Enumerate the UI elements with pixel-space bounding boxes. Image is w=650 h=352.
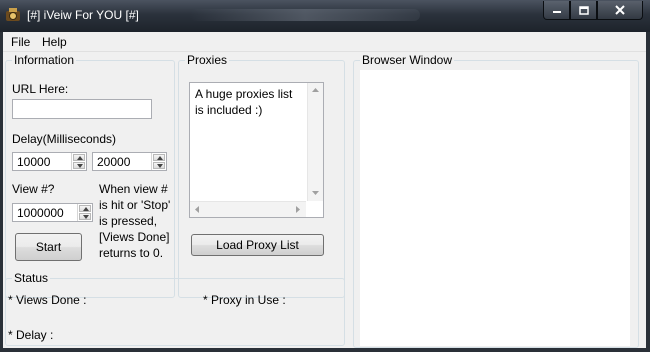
arrow-down-icon (157, 164, 163, 168)
arrow-up-icon (77, 156, 83, 160)
browser-window-legend: Browser Window (360, 53, 455, 67)
window-client: File Help Information URL Here: Delay(Mi… (3, 32, 646, 348)
view-count-down-button[interactable] (79, 213, 91, 220)
scroll-down-icon[interactable] (312, 191, 319, 195)
minimize-icon (552, 11, 561, 13)
delay-min-up-button[interactable] (73, 154, 85, 161)
delay-status-label: * Delay : (8, 328, 54, 342)
delay-max-value: 20000 (97, 155, 131, 169)
window-border-bottom (0, 348, 650, 352)
note-line: is hit or 'Stop' (99, 198, 171, 212)
delay-min-down-button[interactable] (73, 162, 85, 169)
proxies-legend: Proxies (185, 53, 230, 67)
url-label: URL Here: (12, 82, 69, 96)
note-line: [Views Done] (99, 230, 170, 244)
background-window-title-blur (190, 9, 420, 21)
view-count-up-button[interactable] (79, 205, 91, 212)
view-count-spinner[interactable]: 1000000 (12, 203, 93, 222)
arrow-down-icon (83, 215, 89, 219)
scroll-left-icon[interactable] (195, 206, 199, 213)
url-input[interactable] (12, 99, 152, 119)
maximize-icon (578, 5, 589, 15)
delay-label: Delay(Milliseconds) (12, 132, 117, 146)
views-done-label: * Views Done : (8, 293, 87, 307)
menu-bar: File Help (3, 32, 646, 52)
delay-min-value: 10000 (17, 155, 51, 169)
information-legend: Information (12, 53, 77, 67)
close-button[interactable] (597, 1, 643, 20)
view-count-value: 1000000 (17, 206, 64, 220)
maximize-button[interactable] (570, 1, 597, 20)
proxy-list-text: A huge proxies list is included :) (195, 86, 292, 118)
title-bar[interactable]: [#] iVeiw For YOU [#] (0, 0, 650, 32)
arrow-up-icon (83, 207, 89, 211)
delay-max-down-button[interactable] (153, 162, 165, 169)
delay-max-up-button[interactable] (153, 154, 165, 161)
menu-file[interactable]: File (11, 35, 30, 49)
proxies-group: Proxies A huge proxies list is included … (178, 53, 345, 298)
window-title: [#] iVeiw For YOU [#] (27, 8, 139, 22)
proxy-in-use-label: * Proxy in Use : (203, 293, 286, 307)
list-item: is included :) (195, 103, 263, 117)
start-button[interactable]: Start (15, 233, 82, 261)
proxy-list-box[interactable]: A huge proxies list is included :) (189, 82, 324, 218)
note-line: returns to 0. (99, 246, 164, 260)
horizontal-scrollbar[interactable] (190, 201, 306, 217)
arrow-up-icon (157, 156, 163, 160)
information-group: Information URL Here: Delay(Milliseconds… (5, 53, 175, 298)
view-count-label: View #? (12, 182, 55, 196)
load-proxy-list-button[interactable]: Load Proxy List (191, 234, 324, 256)
browser-window-group: Browser Window (353, 53, 639, 348)
list-item: A huge proxies list (195, 87, 293, 101)
close-icon (615, 5, 625, 15)
window-border-right (646, 32, 650, 352)
vertical-scrollbar[interactable] (307, 83, 323, 201)
delay-min-spinner[interactable]: 10000 (12, 152, 87, 171)
note-line: is pressed, (99, 214, 158, 228)
browser-view[interactable] (360, 70, 630, 346)
arrow-down-icon (77, 164, 83, 168)
minimize-button[interactable] (543, 1, 570, 20)
status-group: Status * Views Done : * Proxy in Use : *… (5, 271, 345, 346)
delay-max-spinner[interactable]: 20000 (92, 152, 167, 171)
menu-help[interactable]: Help (42, 35, 67, 49)
view-count-note: When view # is hit or 'Stop' is pressed,… (99, 181, 170, 261)
scroll-up-icon[interactable] (312, 88, 319, 92)
note-line: When view # (99, 182, 168, 196)
app-icon (6, 8, 20, 21)
scroll-right-icon[interactable] (296, 206, 300, 213)
status-legend: Status (12, 271, 51, 285)
